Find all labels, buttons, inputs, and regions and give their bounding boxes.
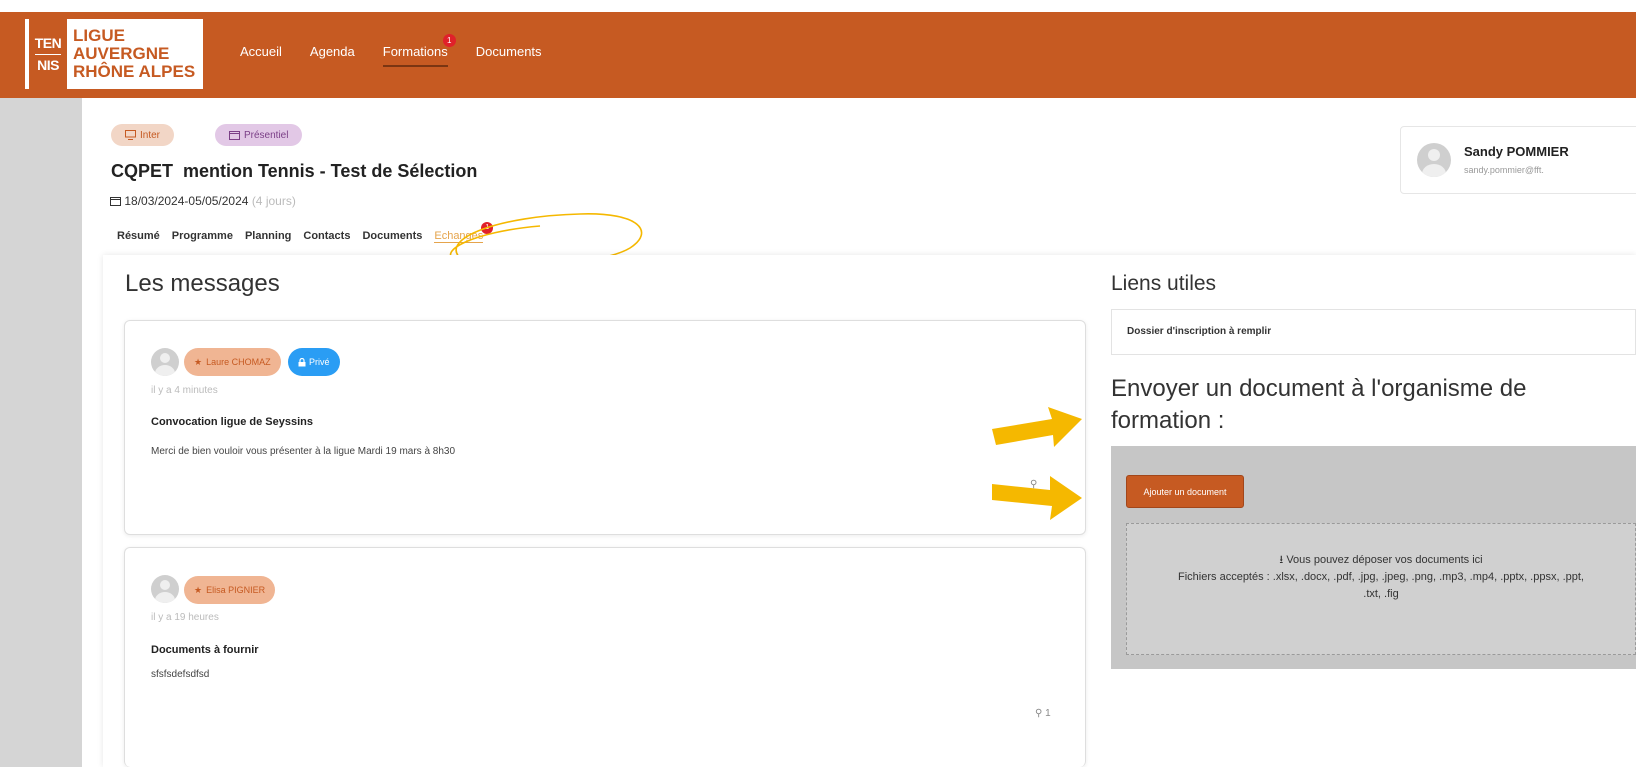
- message-card[interactable]: ★ Laure CHOMAZ Privé il y a 4 minutes Co…: [124, 320, 1086, 535]
- logo-line-3: RHÔNE ALPES: [73, 62, 196, 81]
- download-icon: ⭳: [1279, 554, 1284, 566]
- logo-text: LIGUE AUVERGNE RHÔNE ALPES: [73, 27, 195, 81]
- course-dates: 18/03/2024-05/05/2024 (4 jours): [110, 194, 296, 208]
- add-document-button[interactable]: Ajouter un document: [1126, 475, 1244, 508]
- drop-text: Vous pouvez déposer vos documents ici: [1286, 554, 1483, 566]
- notification-badge: 1: [442, 34, 456, 47]
- tag-presentiel-label: Présentiel: [244, 129, 289, 141]
- avatar: [151, 348, 179, 376]
- author-name: Elisa PIGNIER: [206, 585, 266, 595]
- monitor-icon: [125, 130, 136, 140]
- message-time: il y a 19 heures: [151, 612, 219, 623]
- author-name: Laure CHOMAZ: [206, 357, 271, 367]
- message-body: Merci de bien vouloir vous présenter à l…: [151, 446, 456, 457]
- left-rail: [0, 98, 82, 767]
- nav-agenda[interactable]: Agenda: [310, 44, 355, 67]
- accepted-file-types: Fichiers acceptés : .xlsx, .docx, .pdf, …: [1178, 571, 1584, 600]
- link-registration-file[interactable]: Dossier d'inscription à remplir: [1111, 309, 1636, 355]
- tab-resume[interactable]: Résumé: [117, 230, 160, 243]
- send-document-heading: Envoyer un document à l'organisme de for…: [1111, 375, 1527, 434]
- notification-badge: 1: [481, 222, 494, 234]
- league-logo[interactable]: TEN NIS LIGUE AUVERGNE RHÔNE ALPES: [25, 19, 203, 89]
- user-profile-card[interactable]: Sandy POMMIER sandy.pommier@fft.: [1400, 126, 1636, 194]
- tag-inter-label: Inter: [140, 129, 161, 141]
- avatar: [151, 575, 179, 603]
- messages-heading: Les messages: [125, 270, 280, 297]
- private-badge: Privé: [288, 348, 340, 376]
- annotation-arrow: [992, 476, 1082, 520]
- message-time: il y a 4 minutes: [151, 385, 218, 396]
- logo-line-1: LIGUE: [73, 26, 125, 45]
- top-navbar: TEN NIS LIGUE AUVERGNE RHÔNE ALPES Accue…: [0, 12, 1636, 98]
- main-nav: Accueil Agenda Formations 1 Documents: [240, 34, 570, 67]
- avatar: [1417, 143, 1451, 177]
- nav-formations[interactable]: Formations 1: [382, 34, 456, 67]
- tab-planning[interactable]: Planning: [245, 230, 291, 243]
- drop-instructions: ⭳ Vous pouvez déposer vos documents ici: [1127, 552, 1635, 569]
- paperclip-icon: ⚲: [1035, 708, 1043, 719]
- star-icon: ★: [194, 584, 203, 595]
- course-title: CQPET mention Tennis - Test de Sélection: [111, 161, 478, 181]
- message-card[interactable]: ★ Elisa PIGNIER il y a 19 heures Documen…: [124, 547, 1086, 767]
- tennis-logo-mark: TEN NIS: [29, 19, 67, 89]
- attachment-count: ⚲ 1: [1035, 708, 1051, 719]
- message-subject: Documents à fournir: [151, 644, 259, 656]
- tab-echanges-label: Echanges: [434, 230, 484, 242]
- calendar-icon: [110, 197, 121, 206]
- tab-documents[interactable]: Documents: [362, 230, 422, 243]
- course-tabs: Résumé Programme Planning Contacts Docum…: [117, 222, 495, 243]
- lock-icon: [298, 357, 306, 366]
- message-body: sfsfsdefsdfsd: [151, 669, 210, 680]
- profile-email: sandy.pommier@fft.: [1464, 165, 1544, 175]
- tag-inter: Inter: [111, 124, 175, 146]
- annotation-arrow: [992, 407, 1082, 447]
- message-subject: Convocation ligue de Seyssins: [151, 416, 313, 428]
- profile-name: Sandy POMMIER: [1464, 144, 1569, 159]
- private-label: Privé: [309, 357, 330, 367]
- nav-formations-label: Formations: [382, 44, 448, 59]
- logo-mark-top: TEN: [34, 34, 62, 51]
- author-badge: ★ Laure CHOMAZ: [184, 348, 281, 376]
- star-icon: ★: [194, 356, 203, 367]
- nav-documents[interactable]: Documents: [476, 44, 542, 67]
- useful-links-heading: Liens utiles: [1111, 272, 1217, 295]
- logo-mark-bottom: NIS: [37, 56, 59, 73]
- tab-echanges[interactable]: Echanges 1: [434, 222, 494, 243]
- author-badge: ★ Elisa PIGNIER: [184, 576, 276, 604]
- tab-contacts[interactable]: Contacts: [303, 230, 350, 243]
- tag-presentiel: Présentiel: [215, 124, 303, 146]
- logo-line-2: AUVERGNE: [73, 44, 170, 63]
- duration: (4 jours): [251, 194, 296, 208]
- tab-programme[interactable]: Programme: [172, 230, 233, 243]
- nav-accueil[interactable]: Accueil: [240, 44, 282, 67]
- file-dropzone[interactable]: ⭳ Vous pouvez déposer vos documents ici …: [1126, 523, 1636, 655]
- date-range: 18/03/2024-05/05/2024: [124, 194, 249, 208]
- calendar-icon: [229, 131, 240, 140]
